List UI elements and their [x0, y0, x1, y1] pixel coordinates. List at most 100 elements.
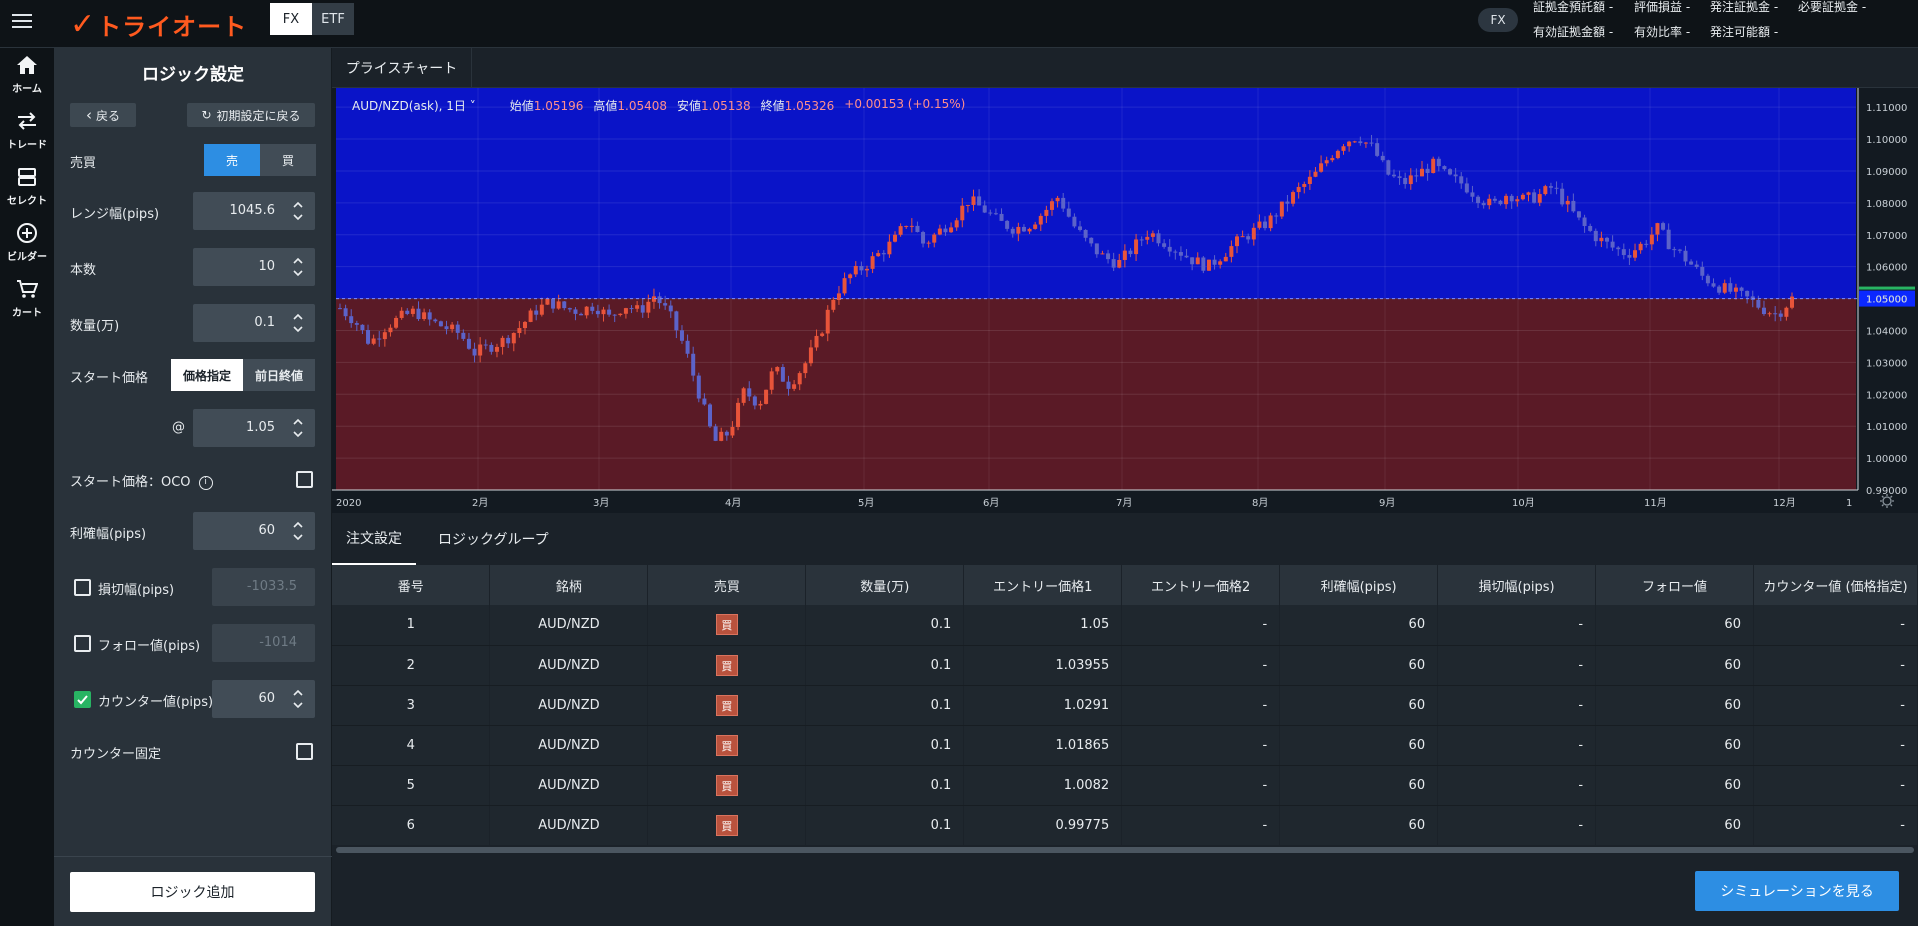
- back-button[interactable]: ‹ 戻る: [70, 103, 136, 127]
- candle-body: [1122, 250, 1127, 260]
- start-price-specified-button[interactable]: 価格指定: [171, 359, 243, 391]
- stepper-arrows-icon[interactable]: [291, 687, 305, 711]
- candle-body: [1178, 252, 1183, 256]
- cell-entry2: -: [1121, 605, 1281, 646]
- candle-body: [993, 213, 998, 215]
- stepper-arrows-icon[interactable]: [291, 311, 305, 335]
- take-profit-stepper[interactable]: 60: [193, 512, 315, 550]
- candle-body: [1279, 201, 1284, 217]
- candle-body: [1448, 169, 1453, 175]
- candle-body: [1352, 141, 1357, 143]
- cell-side: 買: [647, 605, 807, 646]
- reset-defaults-button[interactable]: ↻ 初期設定に戻る: [187, 103, 315, 127]
- candle-body: [1476, 196, 1481, 204]
- view-simulation-button[interactable]: シミュレーションを見る: [1695, 871, 1899, 911]
- side-buy-button[interactable]: 買: [260, 144, 316, 176]
- count-stepper[interactable]: 10: [193, 248, 315, 286]
- table-row[interactable]: 6 AUD/NZD 買 0.1 0.99775-60-60-: [332, 805, 1918, 845]
- candle-body: [1745, 290, 1750, 297]
- stepper-arrows-icon[interactable]: [291, 255, 305, 279]
- candle-body: [960, 205, 965, 221]
- start-price-prev-close-button[interactable]: 前日終値: [243, 359, 315, 391]
- nav-item-home[interactable]: ホーム: [0, 53, 54, 105]
- cart-icon: [15, 277, 39, 301]
- cell-entry2: -: [1121, 725, 1281, 766]
- candle-body: [1397, 176, 1402, 178]
- stepper-arrows-icon[interactable]: [291, 416, 305, 440]
- candle-body: [517, 328, 522, 334]
- count-value: 10: [258, 259, 275, 274]
- stop-loss-checkbox[interactable]: [74, 579, 91, 596]
- horizontal-scrollbar[interactable]: [332, 845, 1918, 855]
- nav-item-builder[interactable]: ビルダー: [0, 221, 54, 273]
- table-row[interactable]: 1 AUD/NZD 買 0.1 1.05-60-60-: [332, 605, 1918, 646]
- table-row[interactable]: 2 AUD/NZD 買 0.1 1.03955-60-60-: [332, 645, 1918, 686]
- candle-body: [1363, 142, 1368, 144]
- tab-order-settings[interactable]: 注文設定: [332, 513, 416, 565]
- summary-item-deposit: 証拠金預託額 -: [1533, 0, 1614, 14]
- symbol-selector[interactable]: AUD/NZD(ask), 1日 ˅: [352, 97, 476, 114]
- candle-body: [483, 344, 488, 346]
- qty-stepper[interactable]: 0.1: [193, 304, 315, 342]
- stepper-arrows-icon[interactable]: [291, 199, 305, 223]
- cell-symbol: AUD/NZD: [489, 605, 649, 646]
- candle-body: [629, 308, 634, 310]
- nav-item-select[interactable]: セレクト: [0, 165, 54, 217]
- candle-body: [584, 306, 589, 316]
- follow-input[interactable]: -1014: [212, 624, 315, 662]
- scrollbar-thumb[interactable]: [336, 847, 1914, 853]
- counter-stepper[interactable]: 60: [212, 680, 315, 718]
- candle-body: [640, 305, 645, 313]
- cell-qty: 0.1: [805, 725, 965, 766]
- x-tick-label: 2020: [336, 498, 361, 509]
- info-icon[interactable]: i: [198, 475, 213, 490]
- x-tick-label: 1: [1846, 498, 1852, 509]
- counter-fixed-checkbox[interactable]: [296, 743, 313, 760]
- logic-settings-panel: ロジック設定 ‹ 戻る ↻ 初期設定に戻る 売買 売 買 レンジ幅(pips) …: [54, 48, 332, 926]
- tab-logic-group[interactable]: ロジックグループ: [438, 513, 549, 565]
- counter-checkbox[interactable]: [74, 691, 91, 708]
- y-tick-label: 1.06000: [1866, 263, 1907, 274]
- cell-follow: 60: [1595, 605, 1754, 646]
- candle-body: [595, 310, 600, 315]
- candle-body: [775, 367, 780, 372]
- menu-icon[interactable]: [12, 10, 40, 38]
- x-tick-label: 4月: [725, 497, 741, 509]
- stepper-arrows-icon[interactable]: [291, 519, 305, 543]
- cell-tp: 60: [1279, 805, 1439, 845]
- table-row[interactable]: 5 AUD/NZD 買 0.1 1.0082-60-60-: [332, 765, 1918, 806]
- market-tab-fx[interactable]: FX: [270, 3, 312, 35]
- table-row[interactable]: 3 AUD/NZD 買 0.1 1.0291-60-60-: [332, 685, 1918, 726]
- ohlc-low: 安値1.05138: [677, 99, 751, 113]
- candle-body: [1330, 158, 1335, 161]
- stop-loss-input[interactable]: -1033.5: [212, 568, 315, 606]
- cell-no: 4: [332, 725, 491, 766]
- nav-item-trade[interactable]: トレード: [0, 109, 54, 161]
- price-chart[interactable]: 1.05000 1.11000 1.10000 1.09000 1.08000 1.07…: [332, 88, 1918, 513]
- candle-body: [438, 321, 443, 327]
- table-row[interactable]: 4 AUD/NZD 買 0.1 1.01865-60-60-: [332, 725, 1918, 766]
- candle-body: [1464, 183, 1469, 193]
- cell-side: 買: [647, 805, 807, 845]
- oco-checkbox[interactable]: [296, 471, 313, 488]
- follow-checkbox[interactable]: [74, 635, 91, 652]
- candle-body: [864, 268, 869, 271]
- side-sell-button[interactable]: 売: [204, 144, 260, 176]
- cell-sl: -: [1437, 645, 1597, 686]
- x-tick-label: 2月: [472, 497, 488, 509]
- range-stepper[interactable]: 1045.6: [193, 192, 315, 230]
- start-price-stepper[interactable]: 1.05: [193, 409, 315, 447]
- cell-counter: -: [1753, 685, 1918, 726]
- market-tab-etf[interactable]: ETF: [312, 3, 354, 35]
- side-label: 売買: [70, 156, 97, 171]
- chevron-down-icon: ˅: [469, 99, 476, 113]
- y-tick-label: 1.00000: [1866, 454, 1907, 465]
- candle-body: [949, 227, 954, 233]
- add-logic-button[interactable]: ロジック追加: [70, 872, 315, 912]
- price-chart-svg[interactable]: 1.05000 1.11000 1.10000 1.09000 1.08000 1.07…: [332, 88, 1918, 513]
- candle-body: [1184, 255, 1189, 258]
- logo[interactable]: ✓ トライオート: [70, 6, 247, 42]
- nav-item-cart[interactable]: カート: [0, 277, 54, 329]
- tab-price-chart[interactable]: プライスチャート: [332, 48, 472, 88]
- candle-body: [618, 313, 623, 316]
